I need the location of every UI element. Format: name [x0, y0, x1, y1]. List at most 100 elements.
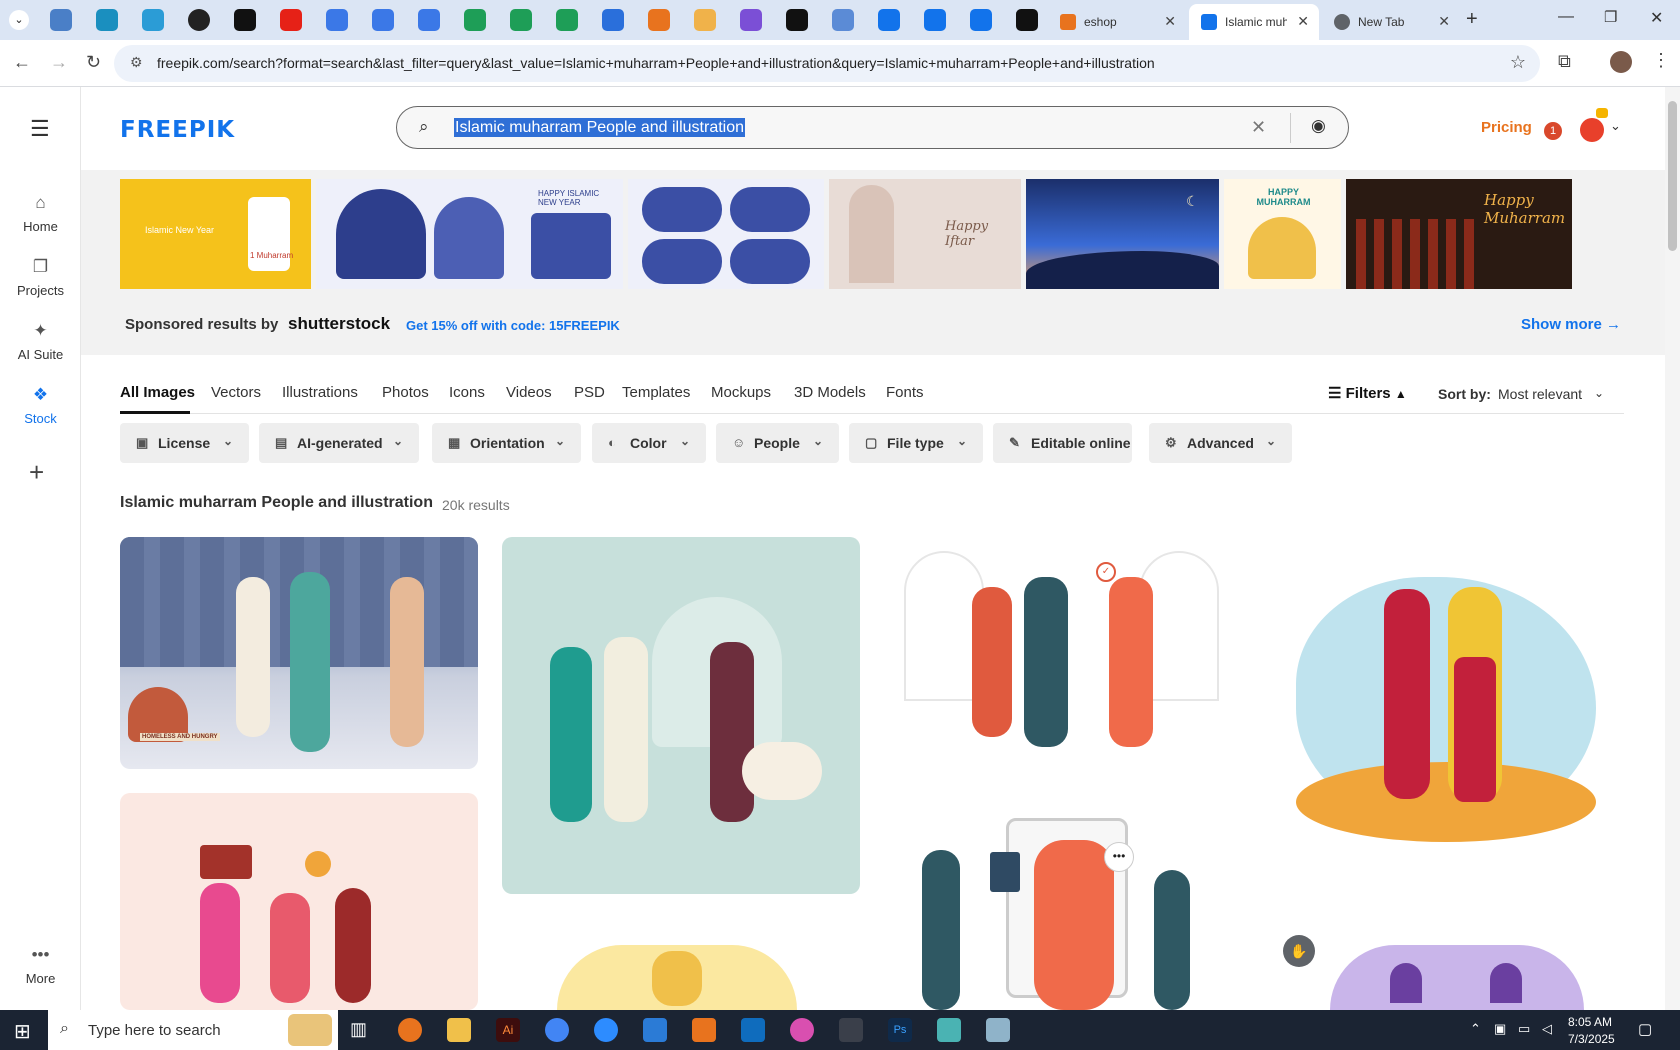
advanced-filter[interactable]: ⚙ Advanced ⌄ — [1149, 423, 1292, 463]
add-icon[interactable]: + — [29, 457, 44, 488]
notifications-icon[interactable]: ▢ — [1638, 1020, 1652, 1038]
notification-badge[interactable]: 1 — [1544, 122, 1562, 140]
clock-date[interactable]: 7/3/2025 — [1568, 1032, 1615, 1046]
tab-fonts[interactable]: Fonts — [886, 384, 924, 401]
outlook-icon[interactable] — [741, 1018, 765, 1042]
reload-icon[interactable]: ↻ — [86, 52, 101, 73]
close-tab-icon[interactable]: ✕ — [1164, 13, 1176, 30]
result-card[interactable] — [502, 537, 860, 894]
sponsored-thumb[interactable]: HAPPY MUHARRAM — [1224, 179, 1341, 289]
pinned-tab[interactable] — [648, 9, 670, 31]
volume-icon[interactable]: ◁ — [1542, 1021, 1552, 1037]
tab-templates[interactable]: Templates — [622, 384, 690, 401]
site-info-icon[interactable]: ⚙ — [130, 54, 143, 71]
sponsored-thumb[interactable]: Happy Iftar — [829, 179, 1021, 289]
tray-chevron-icon[interactable]: ⌃ — [1470, 1021, 1481, 1037]
pinned-tab[interactable] — [234, 9, 256, 31]
result-card[interactable]: HOMELESS AND HUNGRY — [120, 537, 478, 769]
tab-3d-models[interactable]: 3D Models — [794, 384, 866, 401]
pinned-tab[interactable] — [96, 9, 118, 31]
hamburger-menu-icon[interactable]: ☰ — [30, 116, 50, 142]
sponsored-thumb[interactable]: HAPPY ISLAMIC NEW YEAR — [316, 179, 623, 289]
pinned-tab[interactable] — [142, 9, 164, 31]
pinned-tab[interactable] — [924, 9, 946, 31]
browser-tab-new-tab[interactable]: New Tab ✕ — [1322, 4, 1460, 40]
pinned-tab[interactable] — [694, 9, 716, 31]
search-bar[interactable]: ⌕ Islamic muharram People and illustrati… — [396, 106, 1349, 149]
chrome-icon[interactable] — [545, 1018, 569, 1042]
rail-item-projects[interactable]: ❐ Projects — [0, 257, 81, 298]
vscode-icon[interactable] — [643, 1018, 667, 1042]
network-icon[interactable]: ▣ — [1494, 1021, 1506, 1037]
close-tab-icon[interactable]: ✕ — [1438, 13, 1450, 30]
tab-photos[interactable]: Photos — [382, 384, 429, 401]
tab-vectors[interactable]: Vectors — [211, 384, 261, 401]
scrollbar-thumb[interactable] — [1668, 101, 1677, 251]
sponsored-thumb[interactable]: Islamic New Year 1 Muharram — [120, 179, 311, 289]
pen-tool-icon[interactable] — [839, 1018, 863, 1042]
rail-item-ai-suite[interactable]: ✦ AI Suite — [0, 321, 81, 362]
tab-search-button[interactable]: ⌄ — [9, 10, 29, 30]
rail-item-more[interactable]: ••• More — [0, 945, 81, 986]
sheets-pinned-tab[interactable] — [556, 9, 578, 31]
taskbar-search-box[interactable]: ⌕ Type here to search — [48, 1010, 338, 1050]
ai-generated-filter[interactable]: ▤ AI-generated ⌄ — [259, 423, 419, 463]
close-window-button[interactable]: ✕ — [1650, 8, 1663, 28]
battery-icon[interactable]: ▭ — [1518, 1021, 1530, 1037]
clock-time[interactable]: 8:05 AM — [1568, 1015, 1612, 1029]
sponsored-thumb[interactable]: Happy Muharram — [1346, 179, 1572, 289]
task-view-icon[interactable]: ▥ — [350, 1019, 367, 1040]
back-arrow-icon[interactable]: ← — [13, 52, 31, 73]
sponsored-thumb[interactable]: ☾ — [1026, 179, 1219, 289]
editable-online-filter[interactable]: ✎ Editable online — [993, 423, 1132, 463]
pinned-tab[interactable] — [878, 9, 900, 31]
pinned-tab[interactable] — [786, 9, 808, 31]
address-bar[interactable]: ⚙ freepik.com/search?format=search&last_… — [114, 45, 1540, 82]
docs-pinned-tab[interactable] — [418, 9, 440, 31]
result-card[interactable]: ••• — [884, 800, 1242, 1010]
youtube-pinned-tab[interactable] — [280, 9, 302, 31]
bookmark-star-icon[interactable]: ☆ — [1510, 52, 1526, 73]
user-avatar[interactable] — [1580, 118, 1604, 142]
new-tab-button[interactable]: + — [1466, 8, 1478, 31]
orientation-filter[interactable]: ▦ Orientation ⌄ — [432, 423, 581, 463]
tab-illustrations[interactable]: Illustrations — [282, 384, 358, 401]
file-type-filter[interactable]: ▢ File type ⌄ — [849, 423, 983, 463]
tab-all-images[interactable]: All Images — [120, 384, 195, 401]
shutterstock-logo[interactable]: shutterstock — [288, 314, 390, 334]
freepik-logo[interactable]: FREEPIK — [120, 117, 235, 143]
tab-icons[interactable]: Icons — [449, 384, 485, 401]
pinned-tab[interactable] — [188, 9, 210, 31]
file-explorer-icon[interactable] — [447, 1018, 471, 1042]
rail-item-stock[interactable]: ❖ Stock — [0, 385, 81, 426]
maximize-window-button[interactable]: ❐ — [1604, 8, 1617, 26]
filters-toggle[interactable]: ☰ Filters ▲ — [1328, 384, 1407, 402]
windows-start-icon[interactable]: ⊞ — [14, 1019, 31, 1044]
license-filter[interactable]: ▣ License ⌄ — [120, 423, 249, 463]
browser-menu-icon[interactable]: ⋮ — [1652, 50, 1670, 71]
sponsored-thumb[interactable] — [628, 179, 824, 289]
page-scrollbar[interactable] — [1665, 87, 1680, 1010]
rail-item-home[interactable]: ⌂ Home — [0, 193, 81, 234]
browser-tab-freepik-active[interactable]: Islamic muh ✕ — [1189, 4, 1319, 40]
pinned-tab[interactable] — [970, 9, 992, 31]
color-filter[interactable]: ◐ Color ⌄ — [592, 423, 706, 463]
docs-pinned-tab[interactable] — [372, 9, 394, 31]
app-icon[interactable] — [937, 1018, 961, 1042]
result-card[interactable] — [1266, 537, 1624, 897]
extensions-icon[interactable]: ⧉ — [1558, 51, 1571, 72]
result-card[interactable] — [557, 945, 797, 1010]
creative-cloud-icon[interactable] — [790, 1018, 814, 1042]
tab-videos[interactable]: Videos — [506, 384, 552, 401]
result-card[interactable] — [120, 793, 478, 1010]
chevron-down-icon[interactable]: ⌄ — [1610, 118, 1621, 134]
profile-avatar[interactable] — [1610, 51, 1632, 73]
xampp-icon[interactable] — [692, 1018, 716, 1042]
close-tab-icon[interactable]: ✕ — [1297, 13, 1309, 30]
app-icon[interactable] — [986, 1018, 1010, 1042]
tab-mockups[interactable]: Mockups — [711, 384, 771, 401]
zoom-icon[interactable] — [594, 1018, 618, 1042]
pinned-tab[interactable] — [740, 9, 762, 31]
hand-icon[interactable]: ✋ — [1283, 935, 1315, 967]
pricing-link[interactable]: Pricing — [1481, 119, 1532, 136]
